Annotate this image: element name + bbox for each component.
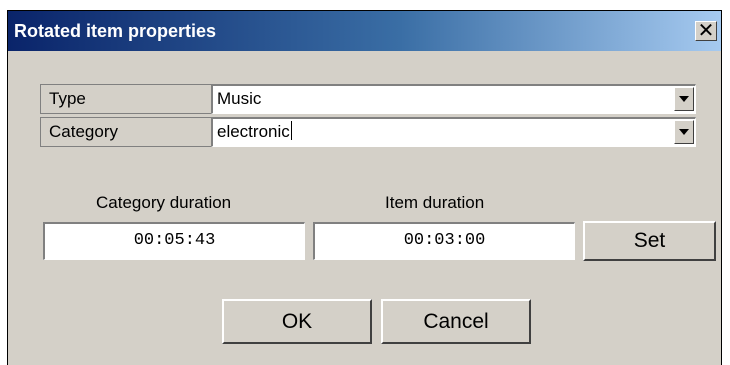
set-button[interactable]: Set — [583, 221, 716, 261]
chevron-down-icon[interactable] — [674, 120, 694, 144]
type-select-value: Music — [217, 89, 262, 108]
category-duration-label: Category duration — [96, 193, 232, 212]
close-icon: ✕ — [697, 18, 715, 42]
chevron-down-icon[interactable] — [674, 87, 694, 111]
ok-button[interactable]: OK — [222, 299, 372, 344]
title-bar[interactable]: Rotated item properties ✕ — [8, 11, 721, 51]
close-button[interactable]: ✕ — [695, 18, 717, 42]
dialog-title: Rotated item properties — [14, 21, 217, 41]
item-duration-field[interactable]: 00:03:00 — [313, 222, 575, 260]
dialog-window: Rotated item properties ✕ Type Music Cat… — [7, 10, 722, 365]
item-duration-label: Item duration — [385, 193, 485, 212]
category-label: Category — [40, 117, 212, 147]
category-select-value: electronic — [217, 122, 290, 141]
cancel-button[interactable]: Cancel — [381, 299, 531, 344]
category-duration-field[interactable]: 00:05:43 — [43, 222, 305, 260]
text-cursor — [290, 121, 292, 140]
type-select[interactable]: Music — [211, 84, 696, 114]
type-label: Type — [40, 84, 212, 114]
category-select[interactable]: electronic — [211, 117, 696, 147]
